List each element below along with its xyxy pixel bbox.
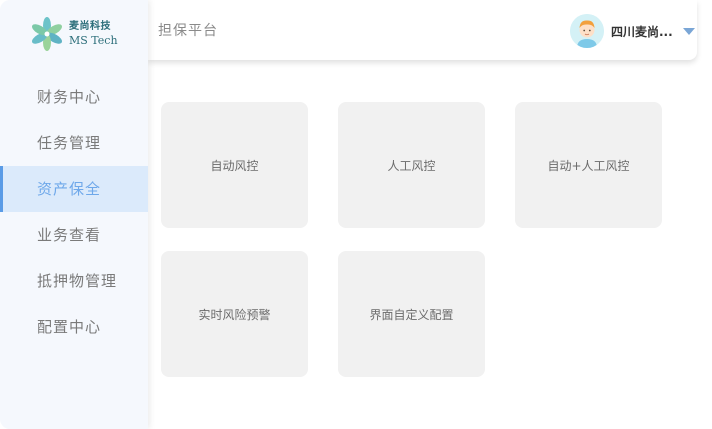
card-auto-risk-control[interactable]: 自动风控: [161, 102, 308, 228]
sidebar-item-asset-preservation[interactable]: 资产保全: [0, 166, 148, 212]
sidebar-item-business-view[interactable]: 业务查看: [0, 212, 148, 258]
top-header: 担保平台 四川麦尚...: [148, 0, 697, 60]
card-label: 人工风控: [387, 158, 436, 173]
user-menu[interactable]: 四川麦尚...: [570, 14, 697, 48]
card-manual-risk-control[interactable]: 人工风控: [338, 102, 485, 228]
sidebar-item-finance[interactable]: 财务中心: [0, 74, 148, 120]
app-window: 麦尚科技 MS Tech 财务中心 任务管理 资产保全 业务查看 抵押物管理 配…: [0, 0, 712, 429]
sidebar: 麦尚科技 MS Tech 财务中心 任务管理 资产保全 业务查看 抵押物管理 配…: [0, 0, 148, 429]
card-realtime-risk-alert[interactable]: 实时风险预警: [161, 251, 308, 377]
card-label: 实时风险预警: [198, 307, 271, 322]
card-ui-custom-config[interactable]: 界面自定义配置: [338, 251, 485, 377]
brand-name-cn: 麦尚科技: [69, 21, 111, 32]
sidebar-item-tasks[interactable]: 任务管理: [0, 120, 148, 166]
card-auto-manual-risk-control[interactable]: 自动+人工风控: [515, 102, 662, 228]
sidebar-item-collateral[interactable]: 抵押物管理: [0, 258, 148, 304]
sidebar-item-config[interactable]: 配置中心: [0, 304, 148, 350]
sidebar-nav: 财务中心 任务管理 资产保全 业务查看 抵押物管理 配置中心: [0, 74, 148, 350]
leaf-cluster-icon: [32, 17, 62, 51]
page-title: 担保平台: [158, 23, 218, 39]
card-label: 自动风控: [210, 158, 259, 173]
brand-logo[interactable]: 麦尚科技 MS Tech: [28, 16, 118, 52]
user-name[interactable]: 四川麦尚...: [611, 23, 673, 40]
caret-down-icon[interactable]: [683, 27, 695, 35]
brand-name-en: MS Tech: [69, 34, 118, 47]
card-label: 自动+人工风控: [547, 158, 630, 173]
user-avatar-icon[interactable]: [570, 14, 604, 48]
card-label: 界面自定义配置: [369, 307, 454, 322]
